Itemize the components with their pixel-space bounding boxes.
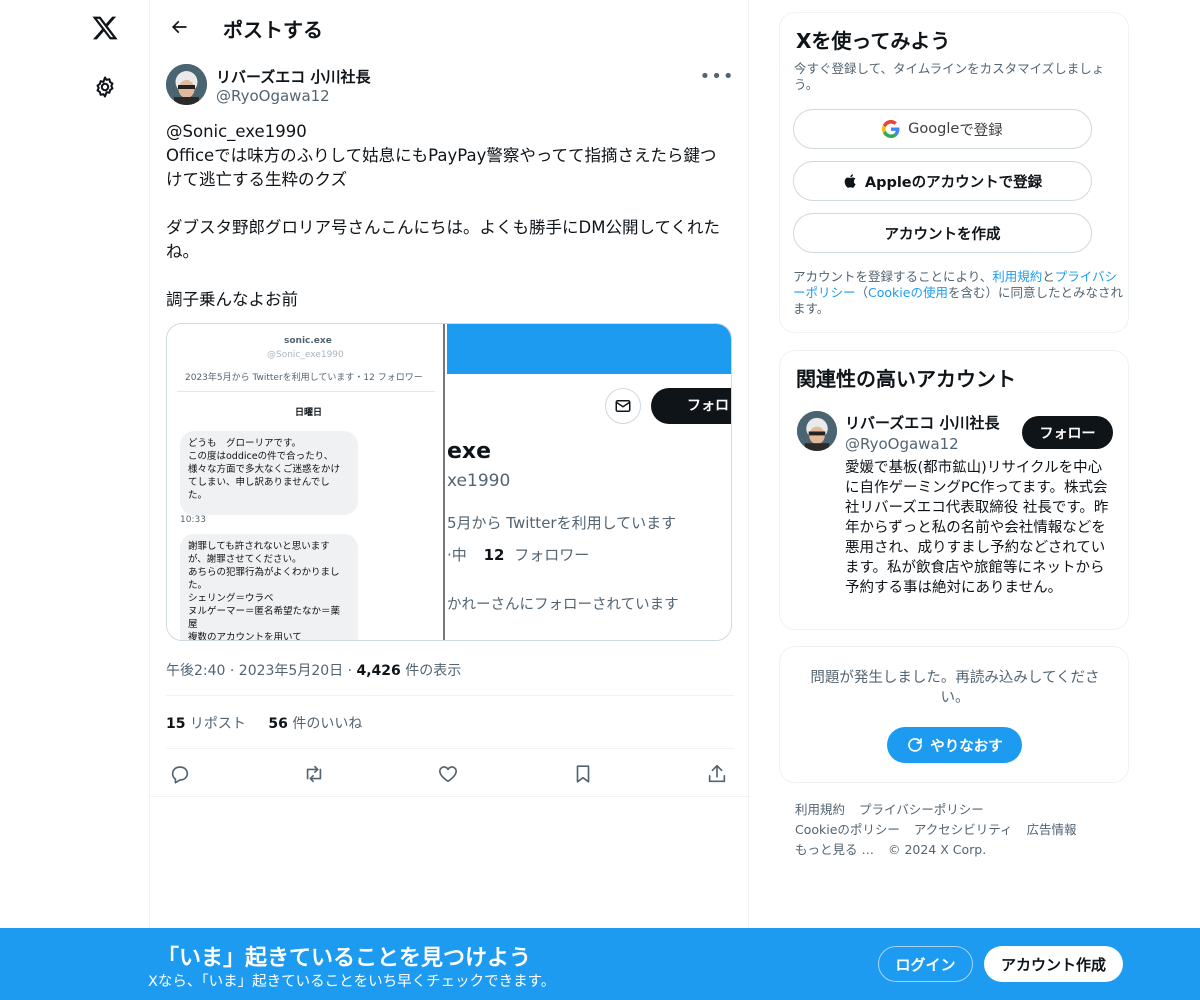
- profile-handle: xe1990: [447, 471, 511, 491]
- signup-title: Xを使ってみよう: [796, 29, 951, 53]
- following-suffix: フォロワー: [514, 546, 590, 564]
- dm-bubble: 謝罪しても許されないと思います が、謝罪させてください。 あちらの犯罪行為がよく…: [180, 534, 358, 640]
- main-column: ポストする リバーズエコ 小川社長 @RyoOgawa12 ••• @Sonic…: [149, 0, 750, 1000]
- related-accounts-card: 関連性の高いアカウント リバーズエコ 小川社長 @RyoOgawa12 フォロー…: [779, 350, 1129, 630]
- likes-label: 件のいいね: [287, 716, 363, 732]
- post-text: @Sonic_exe1990 Officeでは味方のふりして姑息にもPayPay…: [166, 122, 720, 309]
- repost-icon[interactable]: [300, 760, 328, 788]
- divider: [166, 748, 734, 749]
- footer-link[interactable]: プライバシーポリシー: [859, 802, 984, 817]
- reposts-stat[interactable]: 15 リポスト: [166, 716, 246, 732]
- signup-terms: アカウントを登録することにより、利用規約とプライバシーポリシー（Cookieの使…: [793, 269, 1123, 317]
- google-signup-suffix: で登録: [959, 122, 1003, 139]
- bottom-bar-title: 「いま」起きていることを見つけよう: [157, 946, 532, 971]
- views-label: 件の表示: [400, 663, 462, 679]
- divider: [177, 391, 435, 392]
- google-icon: [882, 120, 900, 138]
- follow-button[interactable]: フォロー: [1022, 416, 1113, 449]
- retry-button[interactable]: やりなおす: [887, 727, 1022, 763]
- google-signup-button[interactable]: Google で登録: [793, 109, 1092, 149]
- avatar[interactable]: [166, 64, 207, 105]
- page-title: ポストする: [223, 18, 323, 42]
- terms-text: と: [1042, 269, 1055, 284]
- footer-more-link[interactable]: もっと見る …: [795, 842, 874, 857]
- create-account-button[interactable]: アカウントを作成: [793, 213, 1092, 253]
- left-nav: [0, 0, 150, 1000]
- dm-bubble: どうも グローリアです。 この度はoddiceの件で合ったり、 様々な方面で多大…: [180, 431, 358, 515]
- likes-count: 56: [268, 716, 288, 732]
- terms-text: アカウントを登録することにより、: [793, 269, 993, 284]
- footer-copyright: © 2024 X Corp.: [887, 842, 987, 857]
- more-options-icon[interactable]: •••: [700, 64, 734, 88]
- related-account-name[interactable]: リバーズエコ 小川社長: [845, 412, 999, 433]
- dm-screenshot: sonic.exe @Sonic_exe1990 2023年5月から Twitt…: [167, 324, 445, 640]
- following-count: 12: [483, 546, 505, 564]
- reposts-count: 15: [166, 716, 186, 732]
- bottom-signup-bar: 「いま」起きていることを見つけよう Xなら、「いま」起きていることをいち早くチェ…: [0, 928, 1200, 1000]
- signup-card: Xを使ってみよう 今すぐ登録して、タイムラインをカスタマイズしましょう。 Goo…: [779, 12, 1129, 333]
- profile-followed-by: かれーさんにフォローされています: [447, 597, 679, 613]
- post-meta: 午後2:40 · 2023年5月20日 · 4,426 件の表示: [166, 660, 461, 680]
- like-icon[interactable]: [434, 760, 462, 788]
- back-arrow-icon[interactable]: [162, 10, 196, 44]
- footer-link[interactable]: 広告情報: [1027, 822, 1077, 837]
- create-account-button[interactable]: アカウント作成: [984, 946, 1123, 982]
- profile-name: exe: [447, 439, 492, 464]
- profile-follow-button: フォロ: [651, 388, 731, 424]
- cookie-link[interactable]: Cookieの使用: [868, 285, 948, 300]
- apple-signup-button[interactable]: Appleのアカウントで登録: [793, 161, 1092, 201]
- terms-text: （: [855, 285, 869, 300]
- share-icon[interactable]: [703, 760, 731, 788]
- x-logo-icon[interactable]: [89, 12, 121, 44]
- profile-following: ·中 12 フォロワー: [447, 544, 589, 565]
- dm-time: 10:33: [180, 515, 206, 525]
- dm-day-label: 日曜日: [295, 408, 323, 418]
- related-account-bio: 愛媛で基板(都市鉱山)リサイクルを中心に自作ゲーミングPC作ってます。株式会社リ…: [845, 460, 1109, 596]
- terms-link[interactable]: 利用規約: [992, 269, 1042, 284]
- mail-icon: [605, 388, 641, 424]
- footer: 利用規約 プライバシーポリシー Cookieのポリシー アクセシビリティ 広告情…: [795, 800, 1125, 860]
- top-bar: ポストする: [150, 0, 750, 53]
- reposts-label: リポスト: [185, 716, 246, 732]
- refresh-icon: [908, 738, 923, 752]
- error-message: 問題が発生しました。再読み込みしてください。: [810, 670, 1100, 706]
- post-media[interactable]: sonic.exe @Sonic_exe1990 2023年5月から Twitt…: [166, 323, 732, 641]
- dm-profile-info: 2023年5月から Twitterを利用しています・12 フォロワー: [185, 373, 423, 383]
- divider: [150, 796, 750, 797]
- reply-icon[interactable]: [166, 760, 194, 788]
- post-actions: [166, 760, 734, 788]
- divider: [166, 695, 734, 696]
- login-button[interactable]: ログイン: [878, 946, 973, 982]
- google-signup-brand: Google: [908, 121, 960, 137]
- signup-subtitle: 今すぐ登録して、タイムラインをカスタマイズしましょう。: [794, 61, 1105, 92]
- bottom-bar-subtitle: Xなら、「いま」起きていることをいち早くチェックできます。: [148, 974, 556, 990]
- gear-icon[interactable]: [91, 73, 119, 101]
- related-account-handle[interactable]: @RyoOgawa12: [845, 435, 959, 453]
- following-prefix: ·中: [447, 546, 467, 564]
- author-name[interactable]: リバーズエコ 小川社長: [216, 66, 370, 87]
- likes-stat[interactable]: 56 件のいいね: [268, 716, 362, 732]
- bookmark-icon[interactable]: [569, 760, 597, 788]
- apple-signup-label: Appleのアカウントで登録: [864, 174, 1043, 191]
- error-card: 問題が発生しました。再読み込みしてください。 やりなおす: [779, 646, 1129, 783]
- post-stats: 15 リポスト 56 件のいいね: [166, 713, 362, 733]
- author-handle[interactable]: @RyoOgawa12: [216, 87, 330, 105]
- dm-profile-name: sonic.exe: [284, 336, 332, 346]
- post-timestamp[interactable]: 午後2:40 · 2023年5月20日 ·: [166, 663, 357, 679]
- retry-label: やりなおす: [930, 738, 1003, 755]
- dm-profile-handle: @Sonic_exe1990: [267, 350, 344, 360]
- footer-link[interactable]: アクセシビリティ: [914, 822, 1013, 837]
- views-count: 4,426: [356, 663, 401, 679]
- avatar[interactable]: [797, 411, 837, 451]
- apple-icon: [844, 174, 856, 188]
- footer-link[interactable]: 利用規約: [795, 802, 845, 817]
- footer-link[interactable]: Cookieのポリシー: [795, 822, 900, 837]
- profile-banner: [447, 324, 731, 374]
- post-author: リバーズエコ 小川社長 @RyoOgawa12 •••: [166, 64, 734, 108]
- profile-screenshot: フォロ exe xe1990 5月から Twitterを利用しています ·中 1…: [447, 324, 731, 640]
- profile-joined: 5月から Twitterを利用しています: [447, 514, 677, 532]
- related-title: 関連性の高いアカウント: [796, 367, 1016, 391]
